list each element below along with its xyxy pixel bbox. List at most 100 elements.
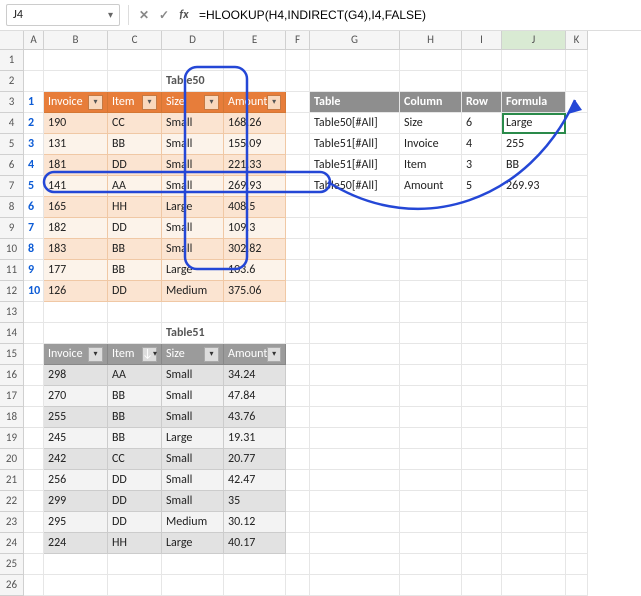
empty-cell[interactable]: [286, 113, 310, 134]
empty-cell[interactable]: [24, 365, 44, 386]
empty-cell[interactable]: [462, 449, 502, 470]
empty-cell[interactable]: [462, 407, 502, 428]
empty-cell[interactable]: [400, 491, 462, 512]
row-header-17[interactable]: 17: [0, 386, 24, 407]
row-header-20[interactable]: 20: [0, 449, 24, 470]
table50-header[interactable]: Amount: [224, 92, 286, 113]
empty-cell[interactable]: [24, 533, 44, 554]
empty-cell[interactable]: [502, 71, 566, 92]
col-header-E[interactable]: E: [224, 31, 286, 50]
formula-input[interactable]: [197, 7, 635, 23]
empty-cell[interactable]: [286, 176, 310, 197]
empty-cell[interactable]: [286, 575, 310, 596]
chevron-down-icon[interactable]: [108, 8, 113, 22]
empty-cell[interactable]: [502, 218, 566, 239]
empty-cell[interactable]: [462, 512, 502, 533]
accept-icon[interactable]: ✓: [157, 8, 171, 22]
empty-cell[interactable]: [24, 71, 44, 92]
empty-cell[interactable]: [566, 386, 588, 407]
row-header-24[interactable]: 24: [0, 533, 24, 554]
empty-cell[interactable]: [462, 386, 502, 407]
table51-header[interactable]: Amount: [224, 344, 286, 365]
empty-cell[interactable]: [286, 218, 310, 239]
row-header-21[interactable]: 21: [0, 470, 24, 491]
empty-cell[interactable]: [400, 239, 462, 260]
col-header-J[interactable]: J: [502, 31, 566, 50]
empty-cell[interactable]: [566, 260, 588, 281]
empty-cell[interactable]: [566, 92, 588, 113]
row-header-18[interactable]: 18: [0, 407, 24, 428]
empty-cell[interactable]: [286, 491, 310, 512]
empty-cell[interactable]: [286, 92, 310, 113]
empty-cell[interactable]: [566, 512, 588, 533]
empty-cell[interactable]: [310, 218, 400, 239]
empty-cell[interactable]: [566, 239, 588, 260]
empty-cell[interactable]: [286, 134, 310, 155]
empty-cell[interactable]: [24, 50, 44, 71]
empty-cell[interactable]: [310, 302, 400, 323]
row-header-13[interactable]: 13: [0, 302, 24, 323]
empty-cell[interactable]: [310, 386, 400, 407]
empty-cell[interactable]: [502, 491, 566, 512]
empty-cell[interactable]: [462, 239, 502, 260]
empty-cell[interactable]: [44, 575, 108, 596]
empty-cell[interactable]: [286, 533, 310, 554]
empty-cell[interactable]: [566, 554, 588, 575]
row-header-26[interactable]: 26: [0, 575, 24, 596]
empty-cell[interactable]: [400, 575, 462, 596]
empty-cell[interactable]: [24, 575, 44, 596]
empty-cell[interactable]: [310, 260, 400, 281]
empty-cell[interactable]: [462, 281, 502, 302]
empty-cell[interactable]: [400, 428, 462, 449]
empty-cell[interactable]: [502, 575, 566, 596]
empty-cell[interactable]: [224, 554, 286, 575]
empty-cell[interactable]: [462, 575, 502, 596]
empty-cell[interactable]: [462, 260, 502, 281]
empty-cell[interactable]: [502, 323, 566, 344]
table51-header[interactable]: Invoice: [44, 344, 108, 365]
empty-cell[interactable]: [502, 302, 566, 323]
empty-cell[interactable]: [44, 71, 108, 92]
empty-cell[interactable]: [400, 281, 462, 302]
empty-cell[interactable]: [502, 428, 566, 449]
empty-cell[interactable]: [108, 50, 162, 71]
row-header-23[interactable]: 23: [0, 512, 24, 533]
empty-cell[interactable]: [502, 260, 566, 281]
empty-cell[interactable]: [566, 533, 588, 554]
empty-cell[interactable]: [224, 302, 286, 323]
empty-cell[interactable]: [310, 344, 400, 365]
row-header-25[interactable]: 25: [0, 554, 24, 575]
empty-cell[interactable]: [24, 491, 44, 512]
empty-cell[interactable]: [24, 554, 44, 575]
table50-header[interactable]: Size: [162, 92, 224, 113]
empty-cell[interactable]: [502, 239, 566, 260]
empty-cell[interactable]: [400, 533, 462, 554]
empty-cell[interactable]: [286, 344, 310, 365]
empty-cell[interactable]: [566, 449, 588, 470]
empty-cell[interactable]: [286, 365, 310, 386]
filter-dropdown-icon[interactable]: [142, 95, 157, 110]
empty-cell[interactable]: [566, 407, 588, 428]
empty-cell[interactable]: [310, 470, 400, 491]
filter-dropdown-icon[interactable]: [204, 95, 219, 110]
empty-cell[interactable]: [286, 71, 310, 92]
empty-cell[interactable]: [286, 197, 310, 218]
empty-cell[interactable]: [24, 302, 44, 323]
empty-cell[interactable]: [108, 323, 162, 344]
empty-cell[interactable]: [462, 344, 502, 365]
empty-cell[interactable]: [400, 218, 462, 239]
empty-cell[interactable]: [502, 449, 566, 470]
filter-dropdown-icon[interactable]: [267, 347, 281, 362]
empty-cell[interactable]: [24, 428, 44, 449]
empty-cell[interactable]: [502, 344, 566, 365]
col-header-H[interactable]: H: [400, 31, 462, 50]
empty-cell[interactable]: [566, 302, 588, 323]
empty-cell[interactable]: [24, 512, 44, 533]
empty-cell[interactable]: [400, 71, 462, 92]
row-header-1[interactable]: 1: [0, 50, 24, 71]
filter-dropdown-icon[interactable]: [267, 95, 281, 110]
row-header-14[interactable]: 14: [0, 323, 24, 344]
empty-cell[interactable]: [286, 302, 310, 323]
empty-cell[interactable]: [286, 449, 310, 470]
empty-cell[interactable]: [502, 554, 566, 575]
